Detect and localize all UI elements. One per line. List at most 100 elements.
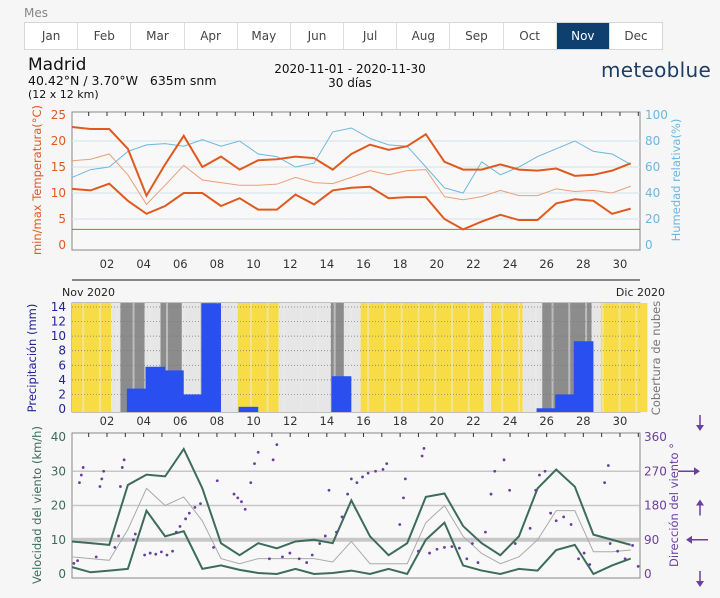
wind-direction-point — [366, 471, 370, 475]
wind-direction-point — [549, 511, 553, 515]
wind-speed-tick-label: 40 — [51, 430, 66, 444]
wind-direction-point — [588, 563, 592, 566]
cloud-stripe — [233, 303, 236, 412]
day-tick-label: 12 — [283, 257, 298, 271]
wind-direction-point — [385, 462, 389, 466]
wind-direction-point — [243, 507, 247, 511]
precipitation-bar — [182, 394, 203, 412]
day-tick-label: 24 — [503, 414, 518, 428]
cloud-cover-clear — [72, 303, 112, 412]
wind-direction-point — [554, 519, 558, 523]
humidity-tick-label: 40 — [645, 186, 660, 200]
day-tick-label: 14 — [320, 414, 335, 428]
wind-direction-point — [335, 530, 338, 534]
precipitation-tick-label: 12 — [51, 315, 66, 329]
wind-direction-point — [484, 530, 487, 534]
cloud-cover-clear — [360, 303, 484, 412]
wind-direction-point — [416, 549, 420, 553]
day-tick-label: 22 — [466, 257, 481, 271]
wind-direction-point — [470, 542, 474, 545]
wind-direction-point — [236, 496, 240, 500]
wind-speed-tick-label: 20 — [51, 499, 66, 513]
wind-direction-point — [465, 557, 469, 561]
wind-direction-point — [120, 466, 124, 469]
cloud-stripe — [551, 303, 554, 412]
day-tick-label: 26 — [539, 414, 554, 428]
temperature-tick-label: 15 — [51, 160, 66, 174]
wind-direction-point — [502, 458, 506, 462]
wind-direction-point — [402, 496, 405, 500]
wind-direction-point — [508, 488, 512, 492]
cloud-stripe — [467, 303, 470, 412]
wind-direction-tick-label: 270 — [644, 464, 667, 478]
day-tick-label: 02 — [100, 414, 115, 428]
wind-direction-tick-label: 180 — [644, 499, 667, 513]
wind-speed-axis-label: Velocidad del viento (km/h) — [30, 426, 44, 584]
wind-direction-point — [215, 479, 219, 483]
day-tick-label: 10 — [246, 257, 261, 271]
wind-direction-point — [528, 526, 532, 530]
temperature-tick-label: 5 — [58, 212, 66, 226]
wind-direction-point — [606, 464, 610, 467]
cloud-stripe — [434, 303, 437, 412]
wind-direction-point — [119, 485, 122, 488]
wind-direction-point — [76, 559, 79, 563]
wind-direction-point — [102, 469, 106, 473]
wind-direction-point — [443, 545, 446, 549]
wind-direction-point — [318, 542, 322, 545]
wind-direction-point — [340, 515, 344, 519]
precipitation-bar — [201, 303, 221, 412]
precipitation-axis-label: Precipitación (mm) — [25, 304, 39, 413]
wind-direction-point — [148, 551, 152, 555]
wind-direction-point — [381, 467, 385, 471]
cloud-stripe — [82, 303, 85, 412]
meteogram: 0510152025020406080100min/max Temperatur… — [25, 105, 708, 587]
precipitation-bar — [145, 366, 166, 412]
precipitation-tick-label: 2 — [58, 387, 66, 401]
wind-direction-point — [199, 502, 202, 505]
temperature-axis-label: min/max Temperatura(°C) — [30, 105, 44, 255]
wind-direction-point — [100, 477, 104, 481]
cloud-cover-partly — [278, 303, 331, 412]
precipitation-tick-label: 14 — [51, 300, 66, 314]
cloud-cover-clear — [237, 303, 279, 412]
wind-direction-point — [577, 557, 580, 561]
wind-direction-point — [256, 450, 260, 454]
wind-direction-point — [428, 551, 431, 555]
wind-direction-point — [178, 525, 182, 528]
arrow-down-icon — [696, 425, 704, 431]
wind-direction-point — [113, 545, 117, 549]
day-tick-label: 14 — [320, 257, 335, 271]
cloud-cover-clear — [600, 303, 648, 412]
wind-direction-point — [623, 557, 627, 561]
wind-direction-point — [187, 511, 191, 515]
wind-speed-tick-label: 30 — [51, 464, 66, 478]
wind-direction-point — [310, 553, 314, 557]
wind-direction-point — [240, 500, 243, 504]
day-tick-label: 22 — [466, 414, 481, 428]
day-tick-label: 02 — [100, 257, 115, 271]
wind-direction-point — [98, 485, 102, 488]
arrow-down-icon — [696, 581, 704, 587]
wind-direction-point — [212, 545, 215, 549]
wind-direction-point — [117, 534, 120, 538]
temperature-tick-label: 10 — [51, 186, 66, 200]
wind-direction-point — [133, 532, 137, 536]
wind-direction-tick-label: 0 — [644, 567, 652, 581]
wind-direction-point — [193, 506, 197, 509]
wind-direction-point — [81, 466, 85, 469]
cloud-cover-clear — [491, 303, 523, 412]
cloud-stripe — [635, 303, 638, 412]
day-tick-label: 18 — [393, 257, 408, 271]
wind-direction-point — [636, 564, 640, 568]
wind-direction-point — [165, 553, 169, 557]
day-tick-label: 06 — [173, 414, 188, 428]
wind-direction-point — [603, 481, 607, 485]
cloud-cover-partly — [522, 303, 543, 412]
wind-direction-point — [232, 492, 236, 496]
wind-direction-point — [288, 551, 292, 555]
wind-direction-point — [281, 555, 284, 559]
wind-direction-point — [420, 454, 424, 458]
wind-direction-point — [534, 488, 538, 492]
precipitation-bar — [126, 388, 147, 412]
